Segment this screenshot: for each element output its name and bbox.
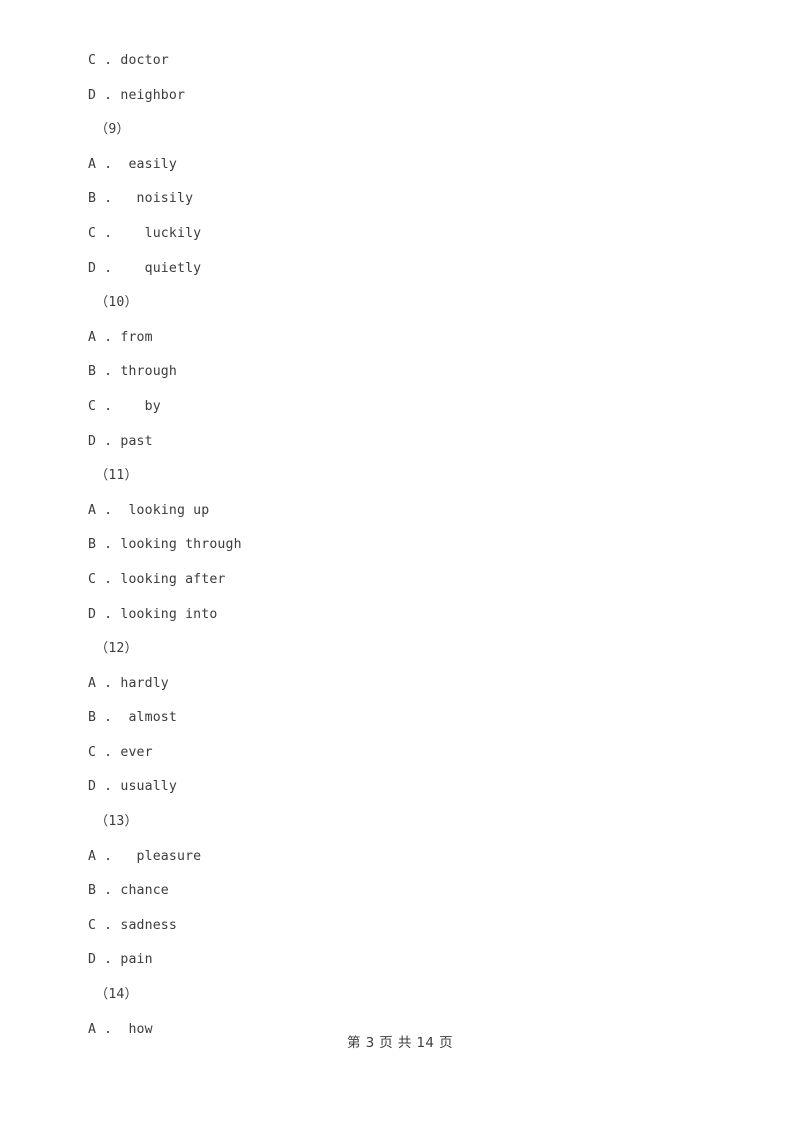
answer-option: A . from xyxy=(88,329,153,345)
answer-option: D . looking into xyxy=(88,606,218,622)
answer-option: B . chance xyxy=(88,883,169,899)
answer-option: C . sadness xyxy=(88,917,177,933)
page-footer: 第 3 页 共 14 页 xyxy=(346,1035,454,1051)
answer-option: A . looking up xyxy=(88,502,210,518)
answer-option: C . looking after xyxy=(88,571,226,587)
answer-option: B . through xyxy=(88,364,177,380)
answer-option: D . usually xyxy=(88,779,177,795)
answer-option: A . pleasure xyxy=(88,848,202,864)
question-number: （14） xyxy=(95,987,138,1003)
answer-option: B . looking through xyxy=(88,537,242,553)
exam-options-body: C . doctor D . neighbor （9） A . easily B . n… xyxy=(88,44,748,1047)
answer-option: B . almost xyxy=(88,710,177,726)
answer-option: D . pain xyxy=(88,952,153,968)
answer-option: D . neighbor xyxy=(88,87,186,103)
question-number: （9） xyxy=(95,122,130,138)
question-number: （13） xyxy=(95,814,138,830)
question-number: （12） xyxy=(95,641,138,657)
answer-option: B . noisily xyxy=(88,191,194,207)
answer-option: C . doctor xyxy=(88,53,169,68)
question-number: （10） xyxy=(95,295,138,311)
answer-option: C . ever xyxy=(88,744,153,760)
answer-option: C . luckily xyxy=(88,225,202,241)
answer-option: D . quietly xyxy=(88,260,202,276)
question-number: （11） xyxy=(95,468,138,484)
answer-option: C . by xyxy=(88,398,161,414)
answer-option: A . hardly xyxy=(88,675,169,691)
document-page: C . doctor D . neighbor （9） A . easily B . n… xyxy=(0,0,800,1132)
answer-option: D . past xyxy=(88,433,153,449)
answer-option: A . easily xyxy=(88,156,177,172)
